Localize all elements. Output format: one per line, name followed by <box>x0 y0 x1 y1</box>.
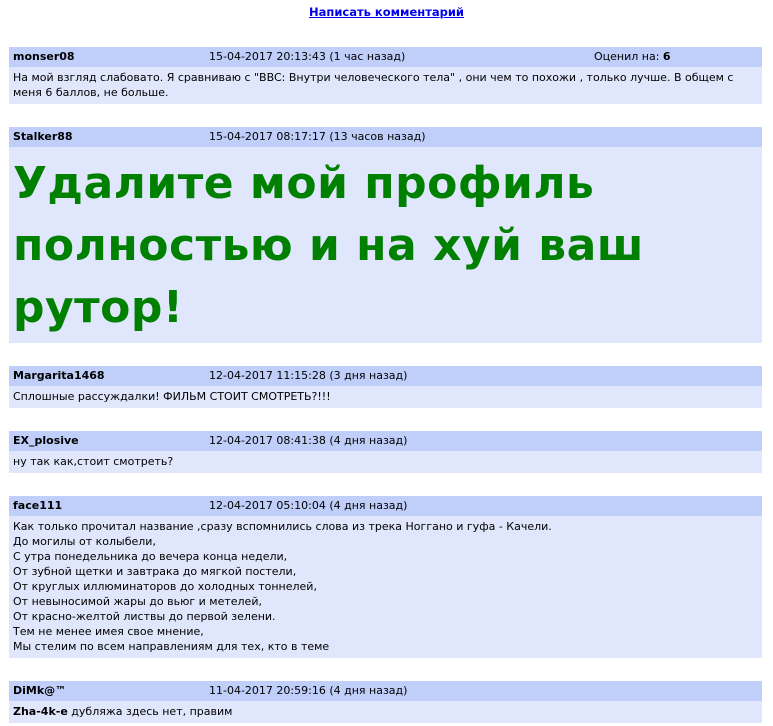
text-line: До могилы от колыбели, <box>13 535 156 548</box>
comment-header: EX_plosive 12-04-2017 08:41:38 (4 дня на… <box>9 431 762 451</box>
comment: Margarita1468 12-04-2017 11:15:28 (3 дня… <box>9 366 762 408</box>
comment-text: Сплошные рассуждалки! ФИЛЬМ СТОИТ СМОТРЕ… <box>9 386 762 408</box>
comment-date: 12-04-2017 05:10:04 (4 дня назад) <box>209 499 408 512</box>
comment-user[interactable]: Stalker88 <box>13 127 73 147</box>
text-line: От красно-желтой листвы до первой зелени… <box>13 610 276 623</box>
comment-text: Удалите мой профиль полностью и на хуй в… <box>9 147 762 343</box>
comment-user[interactable]: EX_plosive <box>13 431 79 451</box>
comment-user[interactable]: DiMk@™ <box>13 681 66 701</box>
text-line: От зубной щетки и завтрака до мягкой пос… <box>13 565 297 578</box>
comment: DiMk@™ 11-04-2017 20:59:16 (4 дня назад)… <box>9 681 762 723</box>
comment-user[interactable]: monser08 <box>13 47 75 67</box>
comment: monser08 15-04-2017 20:13:43 (1 час наза… <box>9 47 762 104</box>
comment: Stalker88 15-04-2017 08:17:17 (13 часов … <box>9 127 762 343</box>
comment-date: 15-04-2017 20:13:43 (1 час назад) <box>209 50 406 63</box>
reply-to-user[interactable]: Zha-4k-e <box>13 705 68 718</box>
comment-header: DiMk@™ 11-04-2017 20:59:16 (4 дня назад) <box>9 681 762 701</box>
comment-header: face111 12-04-2017 05:10:04 (4 дня назад… <box>9 496 762 516</box>
rating-value: 6 <box>662 50 671 63</box>
text-line: Тем не менее имея свое мнение, <box>13 625 204 638</box>
text-line: От невыносимой жары до вьюг и метелей, <box>13 595 262 608</box>
comment-user[interactable]: face111 <box>13 496 62 516</box>
text-line: С утра понедельника до вечера конца неде… <box>13 550 288 563</box>
comment-user[interactable]: Margarita1468 <box>13 366 105 386</box>
comment-text: ну так как,стоит смотреть? <box>9 451 762 473</box>
rating-label: Оценил на: <box>594 50 660 63</box>
comment-date: 11-04-2017 20:59:16 (4 дня назад) <box>209 684 408 697</box>
text-line: От круглых иллюминаторов до холодных тон… <box>13 580 317 593</box>
comment-date: 15-04-2017 08:17:17 (13 часов назад) <box>209 130 426 143</box>
comment-header: Stalker88 15-04-2017 08:17:17 (13 часов … <box>9 127 762 147</box>
comment-text: На мой взгляд слабовато. Я сравниваю с "… <box>9 67 762 104</box>
write-comment-link[interactable]: Написать комментарий <box>309 5 464 19</box>
comment: EX_plosive 12-04-2017 08:41:38 (4 дня на… <box>9 431 762 473</box>
comment-header: Margarita1468 12-04-2017 11:15:28 (3 дня… <box>9 366 762 386</box>
comment-rating: Оценил на: 6 <box>594 47 671 67</box>
text-line: Мы стелим по всем направлениям для тех, … <box>13 640 330 653</box>
comment-header: monser08 15-04-2017 20:13:43 (1 час наза… <box>9 47 762 67</box>
comment: face111 12-04-2017 05:10:04 (4 дня назад… <box>9 496 762 658</box>
reply-text: дубляжа здесь нет, правим <box>71 705 233 718</box>
text-line: Как только прочитал название ,сразу вспо… <box>13 520 552 533</box>
comment-date: 12-04-2017 08:41:38 (4 дня назад) <box>209 434 408 447</box>
comment-text: Zha-4k-e дубляжа здесь нет, правим <box>9 701 762 723</box>
comment-text: Как только прочитал название ,сразу вспо… <box>9 516 762 658</box>
comment-date: 12-04-2017 11:15:28 (3 дня назад) <box>209 369 408 382</box>
